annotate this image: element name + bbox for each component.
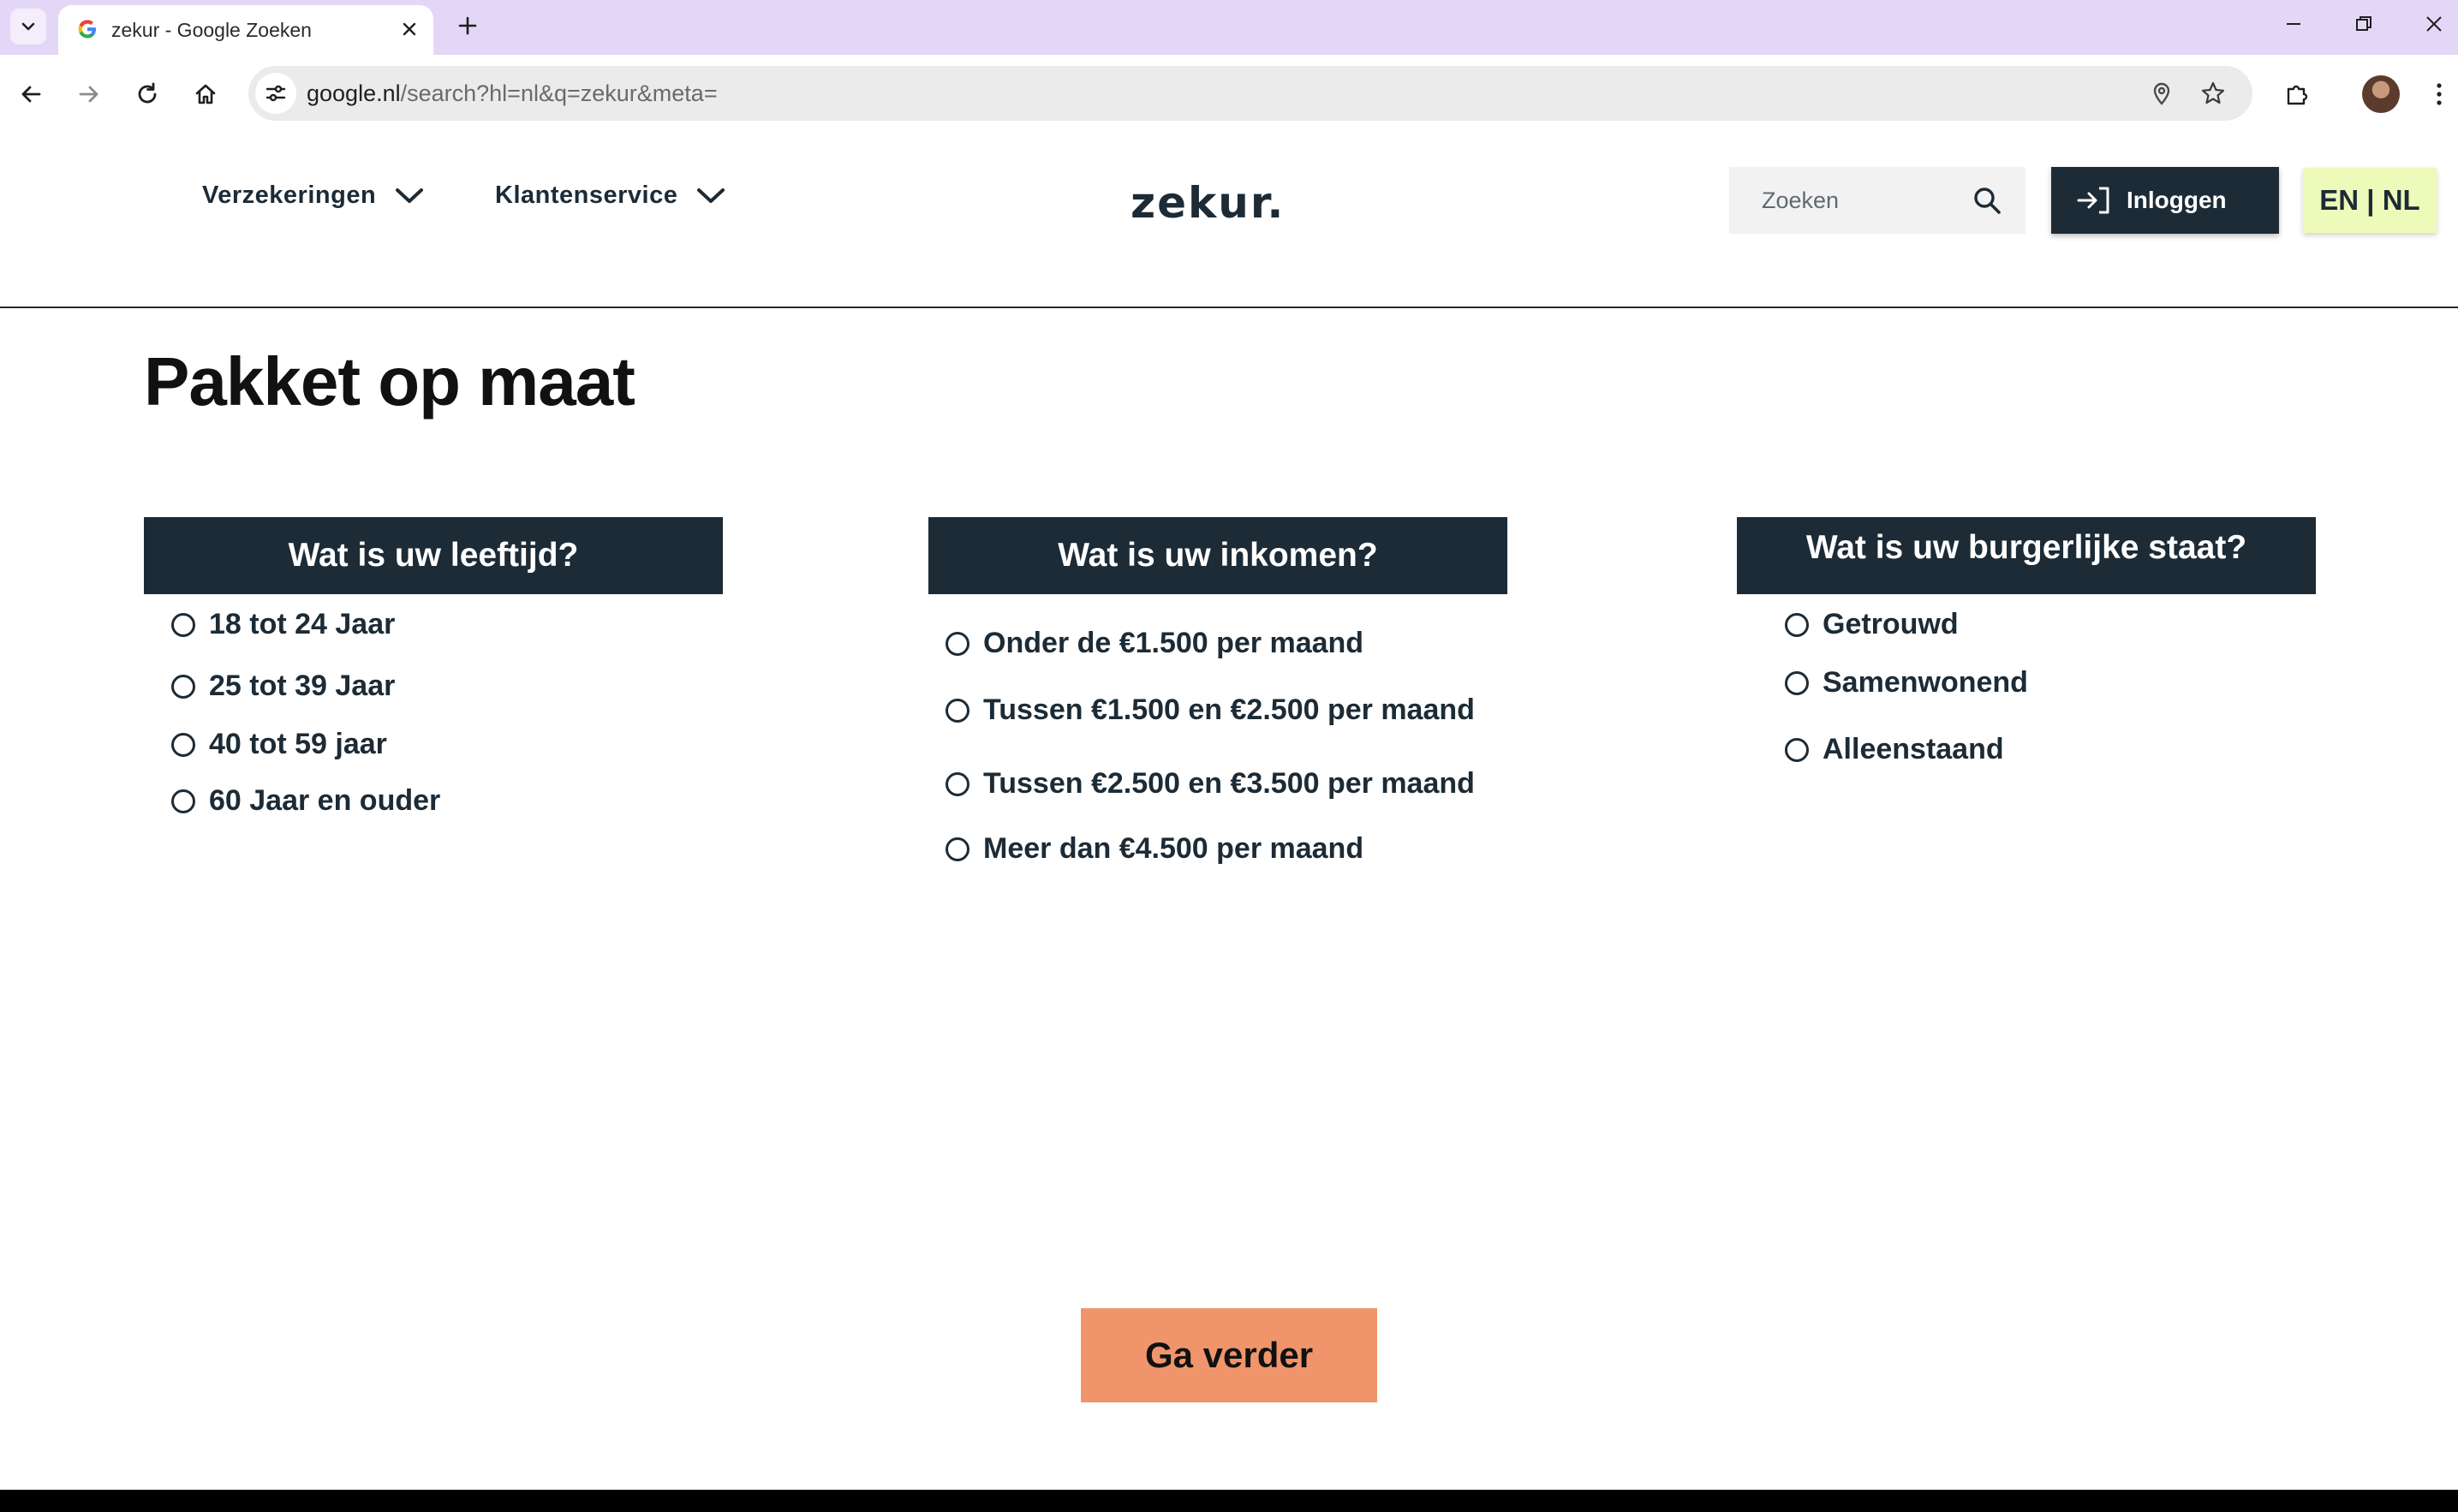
address-bar[interactable]: google.nl/search?hl=nl&q=zekur&meta= — [248, 66, 2252, 121]
radio-option-age-25-39[interactable]: 25 tot 39 Jaar — [171, 670, 395, 703]
close-window-button[interactable] — [2408, 5, 2458, 43]
minimize-icon — [2287, 23, 2300, 25]
chevron-down-icon — [697, 188, 725, 203]
radio-button[interactable] — [171, 674, 195, 699]
radio-option-age-40-59[interactable]: 40 tot 59 jaar — [171, 728, 387, 761]
option-label: 18 tot 24 Jaar — [209, 608, 396, 640]
puzzle-icon — [2287, 85, 2308, 105]
login-button[interactable]: Inloggen — [2051, 167, 2279, 234]
location-pin-icon — [2153, 82, 2170, 105]
option-label: Tussen €1.500 en €2.500 per maand — [983, 693, 1475, 726]
site-logo[interactable]: zekur. — [1131, 178, 1285, 228]
home-button[interactable] — [183, 72, 228, 116]
radio-button[interactable] — [946, 631, 969, 656]
radio-button[interactable] — [1785, 670, 1809, 695]
restore-button[interactable] — [2338, 5, 2389, 43]
continue-button[interactable]: Ga verder — [1081, 1308, 1377, 1402]
url-text[interactable]: google.nl/search?hl=nl&q=zekur&meta= — [307, 80, 718, 107]
search-icon[interactable] — [1971, 184, 2003, 217]
plus-icon — [458, 16, 477, 35]
arrow-right-icon — [79, 86, 98, 103]
option-label: Samenwonend — [1823, 666, 2028, 699]
home-icon — [195, 84, 216, 104]
radio-option-cohabiting[interactable]: Samenwonend — [1785, 666, 2028, 699]
tune-icon — [265, 85, 286, 102]
language-switch[interactable]: EN | NL — [2303, 168, 2437, 233]
question-heading: Wat is uw leeftijd? — [144, 517, 723, 594]
radio-option-single[interactable]: Alleenstaand — [1785, 733, 2004, 766]
extensions-button[interactable] — [2275, 72, 2319, 116]
login-label: Inloggen — [2127, 187, 2227, 213]
option-label: 25 tot 39 Jaar — [209, 670, 396, 702]
option-label: Meer dan €4.500 per maand — [983, 832, 1364, 865]
forward-button[interactable] — [67, 72, 111, 116]
radio-button[interactable] — [1785, 612, 1809, 637]
tab-title: zekur - Google Zoeken — [111, 19, 312, 41]
question-heading: Wat is uw burgerlijke staat? — [1737, 517, 2316, 594]
option-label: 40 tot 59 jaar — [209, 728, 387, 760]
new-tab-button[interactable] — [450, 9, 485, 43]
search-input[interactable] — [1729, 167, 1969, 234]
footer-bar — [0, 1490, 2458, 1512]
page-title: Pakket op maat — [144, 343, 635, 420]
site-search — [1729, 167, 2025, 234]
url-path: /search?hl=nl&q=zekur&meta= — [400, 80, 718, 106]
radio-button[interactable] — [171, 612, 195, 637]
minimize-button[interactable] — [2268, 5, 2319, 43]
arrow-left-icon — [21, 86, 41, 103]
more-vertical-icon — [2437, 83, 2442, 105]
menu-insurance[interactable]: Verzekeringen — [202, 182, 424, 210]
radio-option-married[interactable]: Getrouwd — [1785, 608, 1959, 641]
radio-option-income-2500-3500[interactable]: Tussen €2.500 en €3.500 per maand — [946, 767, 1475, 801]
option-label: 60 Jaar en ouder — [209, 784, 441, 817]
browser-tab[interactable]: zekur - Google Zoeken — [58, 5, 433, 55]
chevron-down-icon — [396, 188, 424, 203]
profile-avatar[interactable] — [2362, 75, 2400, 113]
radio-button[interactable] — [1785, 737, 1809, 762]
site-info-button[interactable] — [255, 73, 296, 114]
close-icon — [403, 22, 416, 36]
option-label: Onder de €1.500 per maand — [983, 627, 1364, 659]
menu-insurance-label: Verzekeringen — [202, 182, 377, 209]
radio-option-income-under-1500[interactable]: Onder de €1.500 per maand — [946, 627, 1363, 660]
question-marital-status: Wat is uw burgerlijke staat? — [1737, 517, 2316, 594]
radio-option-income-1500-2500[interactable]: Tussen €1.500 en €2.500 per maand — [946, 693, 1475, 727]
tab-search-button[interactable] — [10, 9, 46, 45]
close-icon — [2426, 16, 2442, 32]
browser-tab-bar: zekur - Google Zoeken — [0, 0, 2458, 55]
bookmark-button[interactable] — [2198, 78, 2228, 109]
site-header: Verzekeringen Klantenservice zekur. Inlo… — [0, 134, 2458, 308]
radio-button[interactable] — [171, 732, 195, 757]
close-tab-button[interactable] — [396, 15, 423, 43]
menu-customer-service-label: Klantenservice — [495, 182, 678, 209]
option-label: Alleenstaand — [1823, 733, 2004, 765]
chevron-down-icon — [21, 22, 35, 31]
radio-option-age-18-24[interactable]: 18 tot 24 Jaar — [171, 608, 395, 641]
option-label: Getrouwd — [1823, 608, 1959, 640]
reload-button[interactable] — [125, 72, 170, 116]
url-domain: google.nl — [307, 80, 401, 106]
option-label: Tussen €2.500 en €3.500 per maand — [983, 767, 1475, 800]
question-income: Wat is uw inkomen? — [928, 517, 1507, 594]
radio-button[interactable] — [946, 698, 969, 723]
radio-button[interactable] — [171, 789, 195, 813]
google-icon — [78, 20, 96, 39]
menu-customer-service[interactable]: Klantenservice — [495, 182, 725, 210]
restore-icon — [2356, 16, 2371, 31]
location-button[interactable] — [2146, 78, 2177, 109]
browser-toolbar: google.nl/search?hl=nl&q=zekur&meta= — [0, 55, 2458, 134]
radio-option-income-over-4500[interactable]: Meer dan €4.500 per maand — [946, 832, 1363, 866]
question-heading: Wat is uw inkomen? — [928, 517, 1507, 594]
login-icon — [2077, 187, 2109, 214]
radio-button[interactable] — [946, 771, 969, 796]
radio-button[interactable] — [946, 836, 969, 861]
browser-menu-button[interactable] — [2417, 72, 2458, 116]
back-button[interactable] — [9, 72, 53, 116]
reload-icon — [138, 82, 157, 104]
question-age: Wat is uw leeftijd? — [144, 517, 723, 594]
star-icon — [2201, 81, 2225, 104]
radio-option-age-60-plus[interactable]: 60 Jaar en ouder — [171, 784, 440, 818]
